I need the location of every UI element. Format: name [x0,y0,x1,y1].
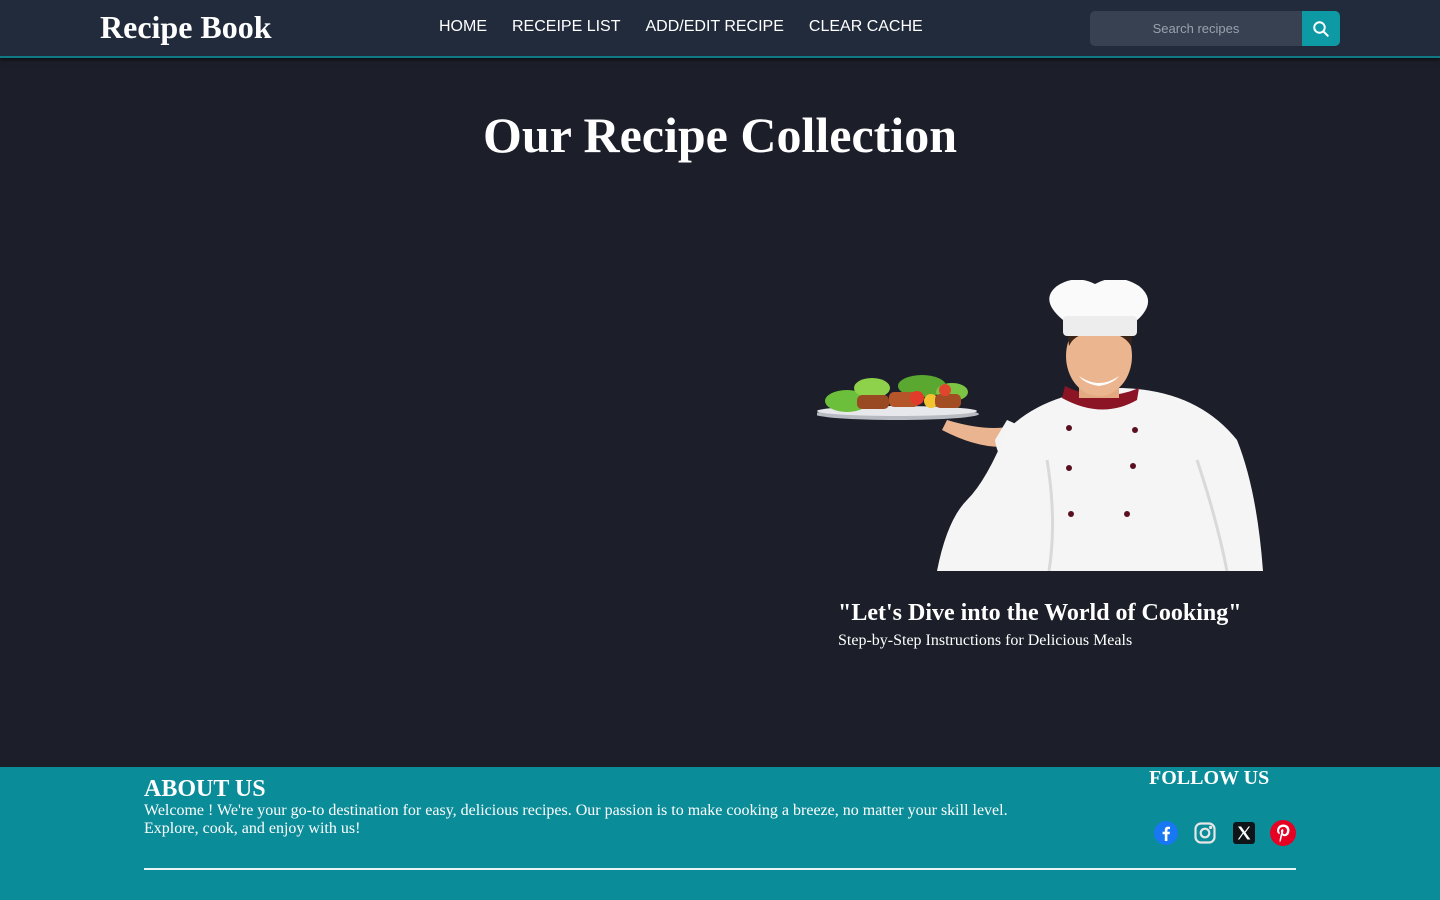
search-button[interactable] [1302,11,1340,46]
nav-clear-cache[interactable]: CLEAR CACHE [809,18,923,36]
facebook-icon[interactable] [1153,820,1179,846]
nav-home[interactable]: HOME [439,18,487,36]
navbar: Recipe Book HOME RECEIPE LIST ADD/EDIT R… [0,0,1440,58]
nav-add-edit-recipe[interactable]: ADD/EDIT RECIPE [645,18,783,36]
instagram-icon[interactable] [1192,820,1218,846]
main-nav: HOME RECEIPE LIST ADD/EDIT RECIPE CLEAR … [439,18,948,36]
hero-tagline: Step-by-Step Instructions for Delicious … [838,632,1133,649]
follow-title: FOLLOW US [1149,767,1270,789]
about-title: ABOUT US [144,776,266,802]
about-text: Welcome ! We're your go-to destination f… [144,802,1008,837]
page-title: Our Recipe Collection [483,107,957,163]
social-links [1153,820,1296,846]
hero-quote: "Let's Dive into the World of Cooking" [838,600,1242,626]
nav-recipe-list[interactable]: RECEIPE LIST [512,18,620,36]
search-bar [1090,11,1340,46]
pinterest-icon[interactable] [1270,820,1296,846]
x-twitter-icon[interactable] [1231,820,1257,846]
footer-divider [144,868,1296,870]
chef-hero-image [815,278,1263,572]
brand-logo[interactable]: Recipe Book [100,9,272,46]
search-input[interactable] [1090,11,1302,46]
footer: ABOUT US Welcome ! We're your go-to dest… [0,767,1440,900]
search-icon [1313,20,1329,37]
